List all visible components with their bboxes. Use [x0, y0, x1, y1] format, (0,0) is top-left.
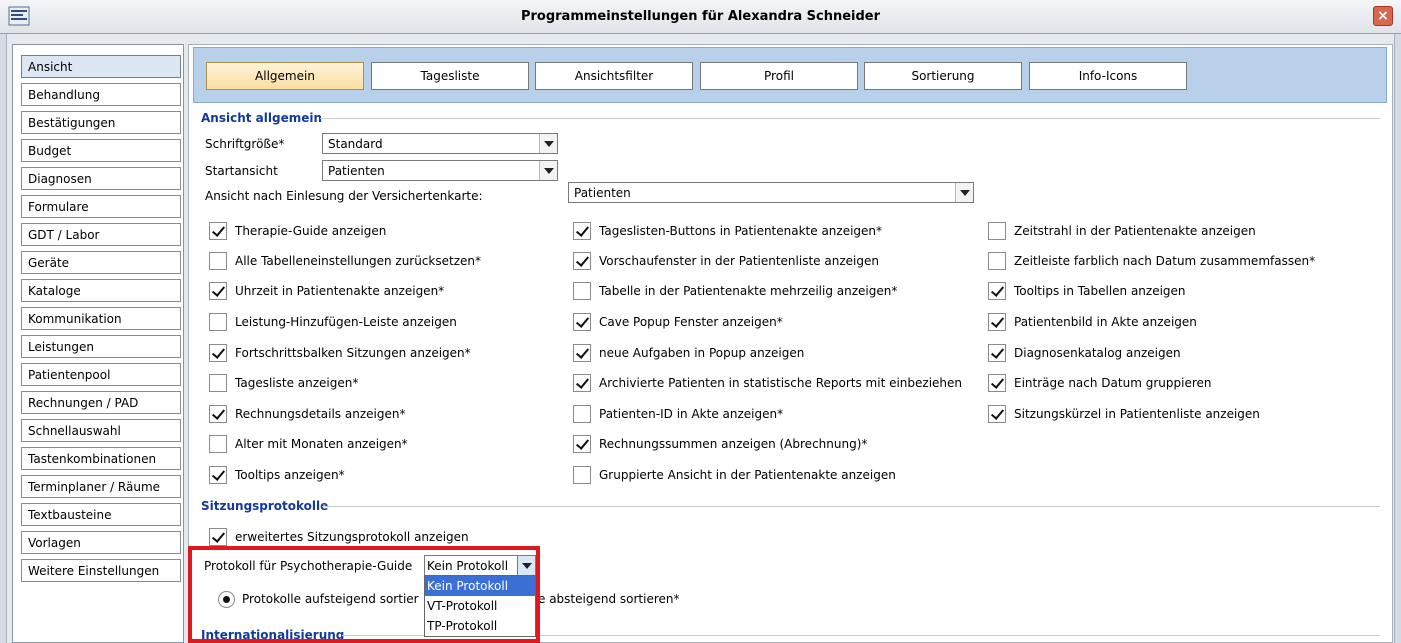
checkbox-icon[interactable]: [988, 405, 1006, 423]
tab-bar: Allgemein Tagesliste Ansichtsfilter Prof…: [193, 47, 1387, 103]
checkbox-icon[interactable]: [988, 344, 1006, 362]
sidebar-item-tastenkombinationen[interactable]: Tastenkombinationen: [21, 447, 181, 470]
checkbox-icon[interactable]: [209, 528, 227, 546]
section-title-ansicht: Ansicht allgemein: [201, 111, 323, 125]
checkbox-icon[interactable]: [988, 252, 1006, 270]
font-size-select[interactable]: Standard: [322, 133, 558, 154]
sidebar-item-schnellauswahl[interactable]: Schnellauswahl: [21, 419, 181, 442]
font-size-value: Standard: [328, 137, 383, 151]
chevron-down-icon[interactable]: [539, 134, 557, 153]
sidebar-item-terminplaner[interactable]: Terminplaner / Räume: [21, 475, 181, 498]
checkbox-icon[interactable]: [573, 222, 591, 240]
sidebar-item-textbausteine[interactable]: Textbausteine: [21, 503, 181, 526]
checkbox-icon[interactable]: [209, 222, 227, 240]
sidebar-item-behandlung[interactable]: Behandlung: [21, 83, 181, 106]
sidebar-item-patientenpool[interactable]: Patientenpool: [21, 363, 181, 386]
chevron-down-icon[interactable]: [539, 161, 557, 180]
sidebar-item-rechnungen[interactable]: Rechnungen / PAD: [21, 391, 181, 414]
sidebar-item-leistungen[interactable]: Leistungen: [21, 335, 181, 358]
start-view-label: Startansicht: [205, 164, 278, 178]
radio-sort-descending-label[interactable]: e absteigend sortieren*: [538, 592, 680, 606]
sidebar-item-geraete[interactable]: Geräte: [21, 251, 181, 274]
close-button[interactable]: ×: [1373, 6, 1393, 26]
sidebar-item-bestaetigungen[interactable]: Bestätigungen: [21, 111, 181, 134]
checkbox-icon[interactable]: [573, 466, 591, 484]
section-divider: [320, 118, 1380, 119]
font-size-label: Schriftgröße*: [205, 137, 285, 151]
sidebar-item-kommunikation[interactable]: Kommunikation: [21, 307, 181, 330]
checkbox-icon[interactable]: [573, 435, 591, 453]
start-view-select[interactable]: Patienten: [322, 160, 558, 181]
tab-allgemein[interactable]: Allgemein: [206, 62, 364, 90]
checkbox-icon[interactable]: [209, 374, 227, 392]
sidebar-item-vorlagen[interactable]: Vorlagen: [21, 531, 181, 554]
checkbox-icon[interactable]: [209, 252, 227, 270]
checkbox-icon[interactable]: [573, 252, 591, 270]
sidebar-item-weitere[interactable]: Weitere Einstellungen: [21, 559, 181, 582]
tab-tagesliste[interactable]: Tagesliste: [371, 62, 529, 90]
checkbox-icon[interactable]: [573, 282, 591, 300]
sidebar-item-budget[interactable]: Budget: [21, 139, 181, 162]
title-bar: Programmeinstellungen für Alexandra Schn…: [0, 0, 1401, 34]
highlight-annotation: [188, 546, 540, 643]
checkbox-icon[interactable]: [209, 466, 227, 484]
checkbox-icon[interactable]: [573, 313, 591, 331]
checkbox-icon[interactable]: [209, 282, 227, 300]
section-title-sitzung: Sitzungsprotokolle: [201, 499, 329, 513]
sidebar-item-ansicht[interactable]: Ansicht: [21, 55, 181, 78]
window-title: Programmeinstellungen für Alexandra Schn…: [520, 9, 881, 24]
sidebar-item-diagnosen[interactable]: Diagnosen: [21, 167, 181, 190]
start-view-value: Patienten: [328, 164, 385, 178]
checkbox-icon[interactable]: [209, 344, 227, 362]
checkbox-icon[interactable]: [988, 282, 1006, 300]
checkbox-icon[interactable]: [209, 313, 227, 331]
checkbox-icon[interactable]: [988, 374, 1006, 392]
card-view-select[interactable]: Patienten: [568, 182, 974, 203]
checkbox-icon[interactable]: [209, 405, 227, 423]
checkbox-icon[interactable]: [209, 435, 227, 453]
sidebar-item-formulare[interactable]: Formulare: [21, 195, 181, 218]
tab-profil[interactable]: Profil: [700, 62, 858, 90]
settings-sidebar: Ansicht Behandlung Bestätigungen Budget …: [12, 44, 184, 643]
card-view-value: Patienten: [574, 186, 631, 200]
card-view-label: Ansicht nach Einlesung der Versichertenk…: [205, 189, 483, 203]
section-divider: [322, 506, 1380, 507]
checkbox-icon[interactable]: [573, 405, 591, 423]
checkbox-icon[interactable]: [573, 374, 591, 392]
chevron-down-icon[interactable]: [955, 183, 973, 202]
checkbox-icon[interactable]: [988, 222, 1006, 240]
sidebar-item-kataloge[interactable]: Kataloge: [21, 279, 181, 302]
checkbox-icon[interactable]: [573, 344, 591, 362]
tab-ansichtsfilter[interactable]: Ansichtsfilter: [535, 62, 693, 90]
tab-sortierung[interactable]: Sortierung: [864, 62, 1022, 90]
sidebar-item-gdt-labor[interactable]: GDT / Labor: [21, 223, 181, 246]
tab-info-icons[interactable]: Info-Icons: [1029, 62, 1187, 90]
checkbox-icon[interactable]: [988, 313, 1006, 331]
